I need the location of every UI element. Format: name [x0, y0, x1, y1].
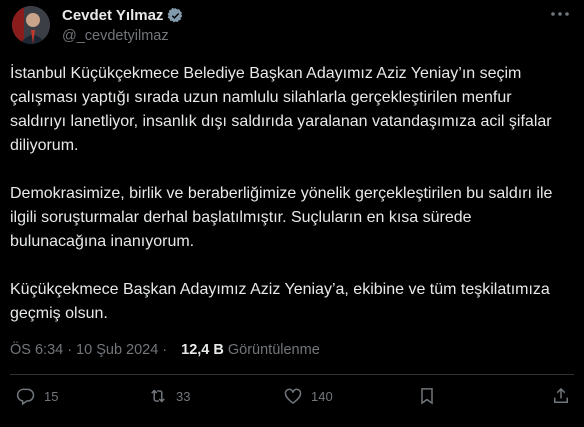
share-icon: [554, 387, 568, 403]
bookmark-icon: [421, 388, 433, 405]
tweet-meta: ÖS 6:34 · 10 Şub 2024 · 12,4 B Görüntüle…: [10, 342, 320, 358]
tweet-time[interactable]: ÖS 6:34: [10, 342, 63, 358]
views-label: Görüntülenme: [227, 342, 320, 358]
avatar-image: [12, 6, 50, 44]
author-name-row: Cevdet Yılmaz: [62, 7, 184, 24]
like-button[interactable]: 140: [283, 386, 333, 406]
repost-button[interactable]: 33: [148, 386, 190, 406]
author-name[interactable]: Cevdet Yılmaz: [62, 7, 163, 24]
action-bar: 15 33 140: [0, 386, 584, 416]
avatar[interactable]: [12, 6, 50, 44]
heart-icon: [284, 388, 302, 405]
like-count: 140: [311, 388, 333, 404]
tweet-text: İstanbul Küçükçekmece Belediye Başkan Ad…: [10, 62, 570, 350]
more-options-icon[interactable]: [550, 7, 570, 21]
tweet-paragraph: Küçükçekmece Başkan Adayımız Aziz Yeniay…: [10, 281, 550, 322]
repost-icon: [151, 389, 165, 403]
share-button[interactable]: [551, 386, 571, 406]
reply-icon: [16, 388, 35, 406]
tweet: Cevdet Yılmaz @_cevdetyilmaz İstanbul Kü…: [0, 0, 584, 427]
verified-badge-icon[interactable]: [167, 7, 184, 24]
views-count[interactable]: 12,4 B: [181, 342, 224, 358]
tweet-paragraph: İstanbul Küçükçekmece Belediye Başkan Ad…: [10, 65, 552, 154]
tweet-date[interactable]: 10 Şub 2024: [76, 342, 158, 358]
bookmark-button[interactable]: [417, 386, 437, 406]
meta-separator: ·: [67, 342, 73, 358]
divider: [10, 374, 574, 375]
repost-count: 33: [176, 388, 191, 404]
reply-button[interactable]: 15: [16, 386, 58, 406]
tweet-paragraph: Demokrasimize, birlik ve beraberliğimize…: [10, 185, 553, 250]
author-handle[interactable]: @_cevdetyilmaz: [62, 28, 169, 44]
reply-count: 15: [44, 388, 59, 404]
meta-separator: ·: [162, 342, 168, 358]
